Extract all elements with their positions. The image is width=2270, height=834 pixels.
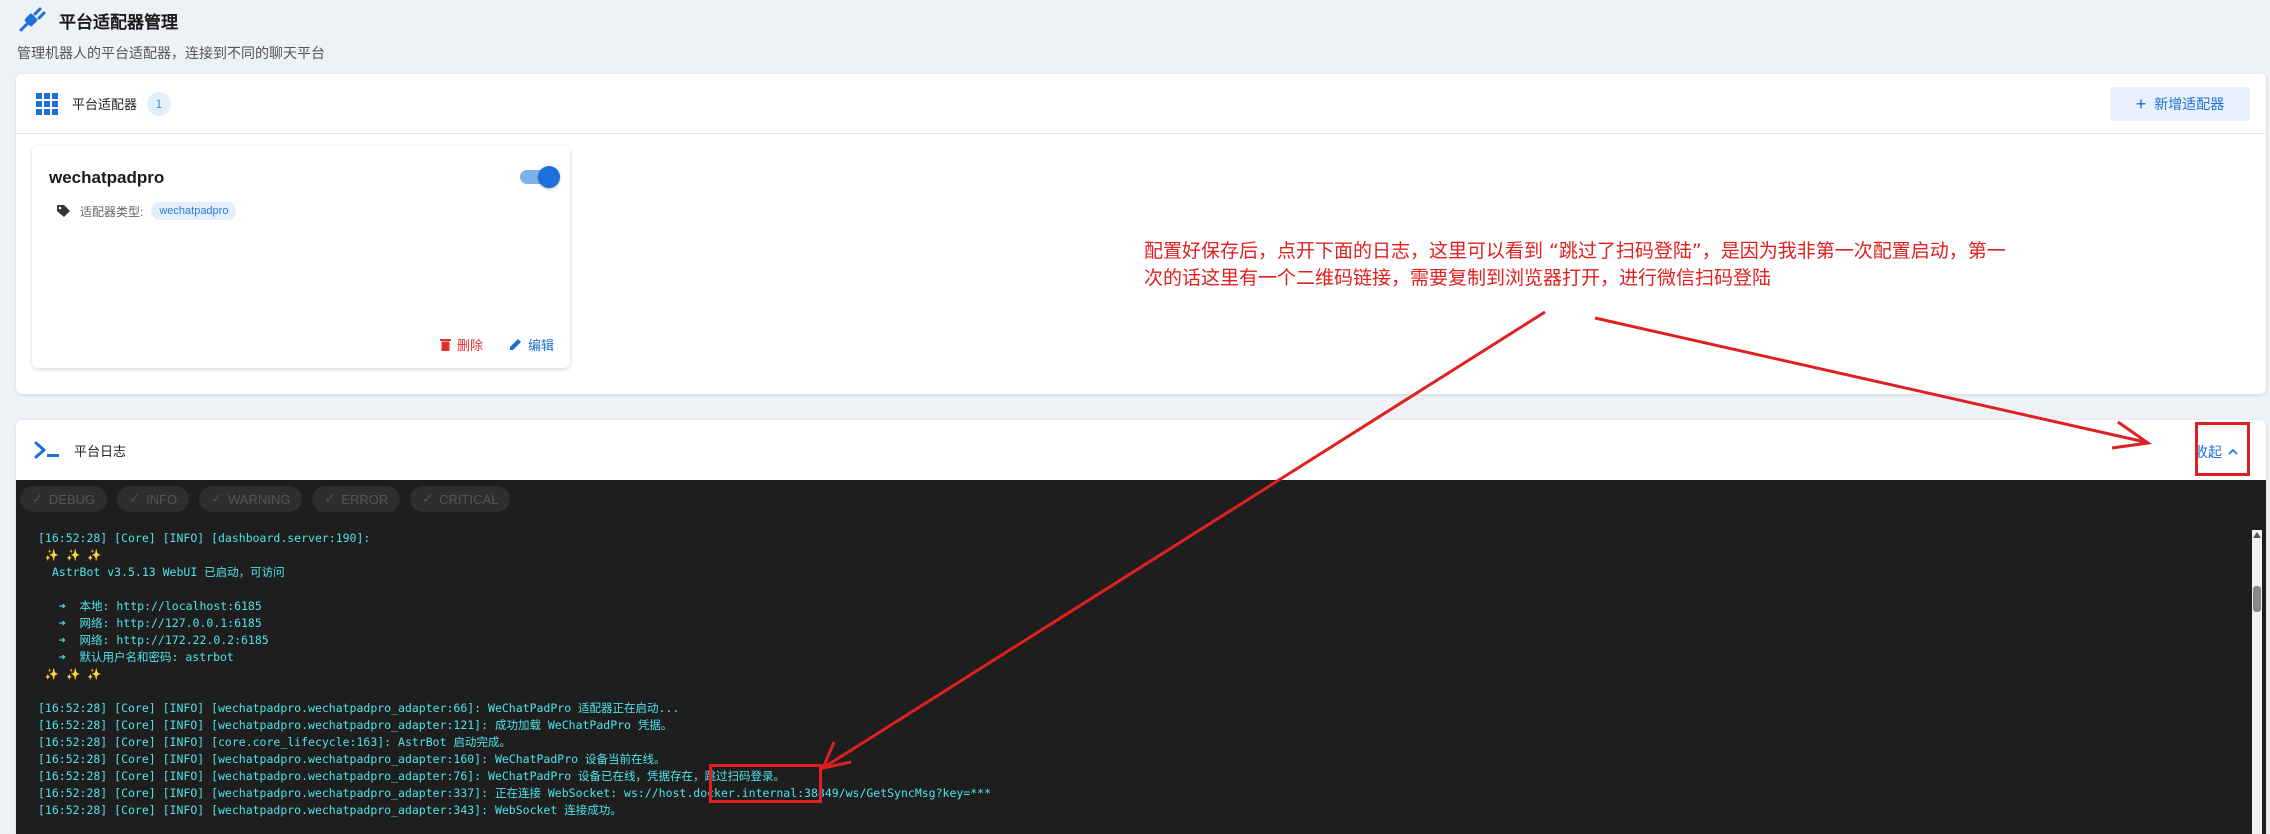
add-adapter-label: 新增适配器 — [2154, 96, 2225, 112]
annotation-highlight-collapse — [2195, 422, 2250, 476]
log-line: [16:52:28] [Core] [INFO] [wechatpadpro.w… — [38, 701, 680, 715]
log-line: [16:52:28] [Core] [INFO] [wechatpadpro.w… — [38, 769, 786, 783]
log-lines: [16:52:28] [Core] [INFO] [dashboard.serv… — [38, 530, 2246, 819]
logs-panel-title: 平台日志 — [74, 443, 127, 459]
adapter-card-actions: 删除 编辑 — [439, 335, 554, 354]
pencil-icon — [509, 339, 521, 350]
log-line: ➜ 网络: http://127.0.0.1:6185 — [38, 616, 262, 630]
adapters-panel-header: 平台适配器 1 + 新增适配器 — [16, 74, 2266, 134]
scroll-thumb[interactable] — [2253, 586, 2261, 612]
adapter-type-row: 适配器类型: wechatpadpro — [56, 202, 237, 220]
edit-label: 编辑 — [527, 338, 554, 353]
log-line: ✨ ✨ ✨ — [38, 548, 102, 562]
adapters-panel: 平台适配器 1 + 新增适配器 wechatpadpro 适配器类型: wech… — [16, 74, 2266, 394]
log-filter-label: CRITICAL — [439, 491, 499, 507]
log-line: ➜ 默认用户名和密码: astrbot — [38, 650, 234, 664]
log-line: [16:52:28] [Core] [INFO] [wechatpadpro.w… — [38, 718, 673, 732]
edit-adapter-button[interactable]: 编辑 — [509, 335, 554, 354]
annotation-text: 配置好保存后，点开下面的日志，这里可以看到 “跳过了扫码登陆”，是因为我非第一次… — [1144, 240, 2006, 289]
log-filter-label: WARNING — [228, 491, 291, 507]
adapter-enable-toggle[interactable] — [520, 166, 560, 188]
check-icon: ✓ — [211, 491, 223, 506]
page-subtitle: 管理机器人的平台适配器，连接到不同的聊天平台 — [17, 45, 325, 61]
log-filter-warning[interactable]: ✓ WARNING — [199, 486, 303, 512]
adapter-count-badge: 1 — [147, 91, 172, 116]
log-filter-error[interactable]: ✓ ERROR — [312, 486, 401, 512]
log-line: AstrBot v3.5.13 WebUI 已启动，可访问 — [38, 565, 285, 579]
log-line: [16:52:28] [Core] [INFO] [dashboard.serv… — [38, 531, 371, 545]
log-line: [16:52:28] [Core] [INFO] [core.core_life… — [38, 735, 511, 749]
log-line: ➜ 本地: http://localhost:6185 — [38, 599, 262, 613]
log-level-filters: ✓ DEBUG ✓ INFO ✓ WARNING ✓ ERROR ✓ CRITICAL — [20, 486, 511, 512]
annotation-highlight-skip-login — [709, 764, 822, 803]
log-filter-label: INFO — [146, 491, 178, 507]
adapter-name: wechatpadpro — [49, 168, 165, 187]
terminal-icon — [34, 441, 59, 459]
grid-icon — [36, 92, 58, 115]
tag-icon — [57, 205, 70, 217]
log-filter-debug[interactable]: ✓ DEBUG — [20, 486, 108, 512]
log-scrollbar[interactable] — [2252, 530, 2262, 834]
plus-icon: + — [2135, 94, 2147, 114]
log-filter-label: ERROR — [341, 491, 389, 507]
log-line: [16:52:28] [Core] [INFO] [wechatpadpro.w… — [38, 752, 666, 766]
log-filter-critical[interactable]: ✓ CRITICAL — [410, 486, 511, 512]
delete-adapter-button[interactable]: 删除 — [439, 335, 483, 354]
log-filter-label: DEBUG — [48, 491, 96, 507]
adapters-panel-title: 平台适配器 — [72, 97, 138, 112]
log-line: [16:52:28] [Core] [INFO] [wechatpadpro.w… — [38, 786, 991, 800]
check-icon: ✓ — [324, 491, 336, 506]
scroll-up-icon[interactable] — [2253, 532, 2261, 538]
check-icon: ✓ — [422, 491, 434, 506]
add-adapter-button[interactable]: + 新增适配器 — [2110, 87, 2250, 121]
check-icon: ✓ — [32, 491, 43, 506]
adapter-type-label: 适配器类型: — [80, 204, 144, 219]
delete-label: 删除 — [456, 338, 483, 353]
page-title: 平台适配器管理 — [59, 12, 178, 32]
log-console[interactable]: ✓ DEBUG ✓ INFO ✓ WARNING ✓ ERROR ✓ CRITICAL [16:5… — [16, 480, 2266, 834]
logs-panel-header: 平台日志 收起 — [16, 420, 2266, 480]
check-icon: ✓ — [129, 491, 141, 506]
log-line: ✨ ✨ ✨ — [38, 667, 102, 681]
adapter-type-chip: wechatpadpro — [151, 202, 237, 220]
log-line: ➜ 网络: http://172.22.0.2:6185 — [38, 633, 269, 647]
page-header: 平台适配器管理 管理机器人的平台适配器，连接到不同的聊天平台 — [17, 6, 1217, 62]
adapter-card: wechatpadpro 适配器类型: wechatpadpro 删除 编辑 — [32, 146, 570, 368]
trash-icon — [439, 339, 451, 351]
log-line: [16:52:28] [Core] [INFO] [wechatpadpro.w… — [38, 803, 622, 817]
plug-icon — [19, 7, 46, 32]
log-filter-info[interactable]: ✓ INFO — [117, 486, 190, 512]
logs-panel: 平台日志 收起 ✓ DEBUG ✓ INFO ✓ WARNING ✓ ERROR ✓ CRITIC… — [16, 420, 2266, 834]
